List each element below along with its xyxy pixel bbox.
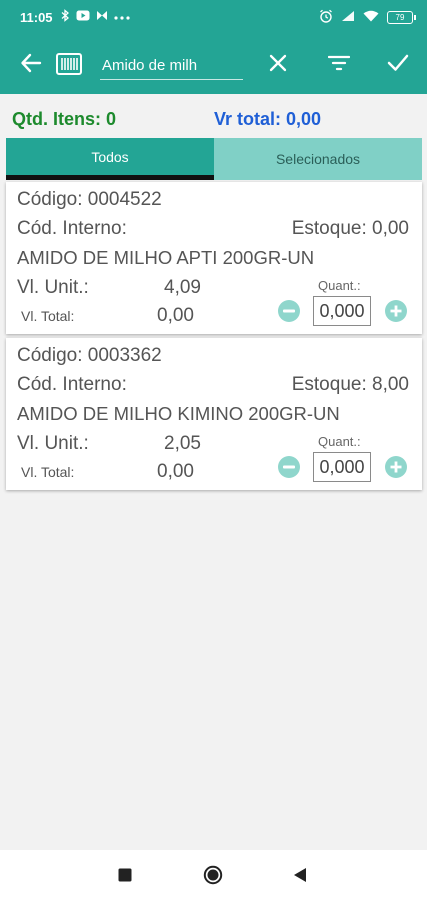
more-icon xyxy=(113,11,130,23)
summary-bar: Qtd. Itens: 0 Vr total: 0,00 xyxy=(0,94,427,138)
clear-icon[interactable] xyxy=(268,53,288,73)
product-descricao: AMIDO DE MILHO APTI 200GR-UN xyxy=(17,247,315,268)
vl-unit-label: Vl. Unit.: xyxy=(17,433,89,454)
youtube-icon xyxy=(76,10,90,24)
filter-icon[interactable] xyxy=(328,54,350,72)
bluetooth-icon xyxy=(61,9,70,25)
vl-total-value: 0,00 xyxy=(157,305,194,326)
toolbar xyxy=(0,34,427,94)
recents-square-icon[interactable] xyxy=(118,868,132,882)
vl-total-label: Vl. Total: xyxy=(21,464,75,480)
product-card[interactable]: Código: 0004522 Cód. Interno: Estoque: 0… xyxy=(6,182,422,334)
battery-icon: 79 xyxy=(387,10,416,24)
product-codigo: Código: 0004522 xyxy=(17,189,162,210)
back-triangle-icon[interactable] xyxy=(293,867,307,883)
wifi-icon xyxy=(363,10,379,25)
product-estoque: Estoque: 0,00 xyxy=(291,218,409,239)
product-codigo: Código: 0003362 xyxy=(17,345,162,366)
quant-label: Quant.: xyxy=(318,434,361,449)
status-bar: 11:05 79 xyxy=(0,0,427,34)
plus-icon[interactable] xyxy=(385,300,407,322)
minus-icon[interactable] xyxy=(278,300,300,322)
status-time: 11:05 xyxy=(20,9,53,25)
qtd-itens: Qtd. Itens: 0 xyxy=(12,109,117,129)
check-icon[interactable] xyxy=(387,53,409,73)
quant-label: Quant.: xyxy=(318,278,361,293)
link-icon xyxy=(96,10,108,24)
vl-unit-label: Vl. Unit.: xyxy=(17,277,89,298)
signal-icon xyxy=(341,10,355,25)
product-descricao: AMIDO DE MILHO KIMINO 200GR-UN xyxy=(17,403,340,424)
vr-total: Vr total: 0,00 xyxy=(214,109,322,129)
quantity-field[interactable]: 0,000 xyxy=(313,296,371,326)
vl-total-value: 0,00 xyxy=(157,461,194,482)
alarm-icon xyxy=(319,9,333,26)
minus-icon[interactable] xyxy=(278,456,300,478)
tab-selecionados[interactable]: Selecionados xyxy=(214,138,422,180)
vl-total-label: Vl. Total: xyxy=(21,308,75,324)
product-cod-interno: Cód. Interno: xyxy=(17,218,127,239)
quantity-field[interactable]: 0,000 xyxy=(313,452,371,482)
product-estoque: Estoque: 8,00 xyxy=(291,374,409,395)
back-arrow-icon[interactable] xyxy=(20,52,42,74)
search-input[interactable] xyxy=(100,50,243,80)
product-card[interactable]: Código: 0003362 Cód. Interno: Estoque: 8… xyxy=(6,338,422,490)
navigation-bar xyxy=(0,850,427,900)
plus-icon[interactable] xyxy=(385,456,407,478)
vl-unit-value: 4,09 xyxy=(164,277,201,298)
product-cod-interno: Cód. Interno: xyxy=(17,374,127,395)
tab-todos[interactable]: Todos xyxy=(6,138,214,180)
vl-unit-value: 2,05 xyxy=(164,433,201,454)
barcode-icon[interactable] xyxy=(56,53,82,75)
home-circle-icon[interactable] xyxy=(203,865,223,885)
tab-bar: Todos Selecionados xyxy=(6,138,422,180)
